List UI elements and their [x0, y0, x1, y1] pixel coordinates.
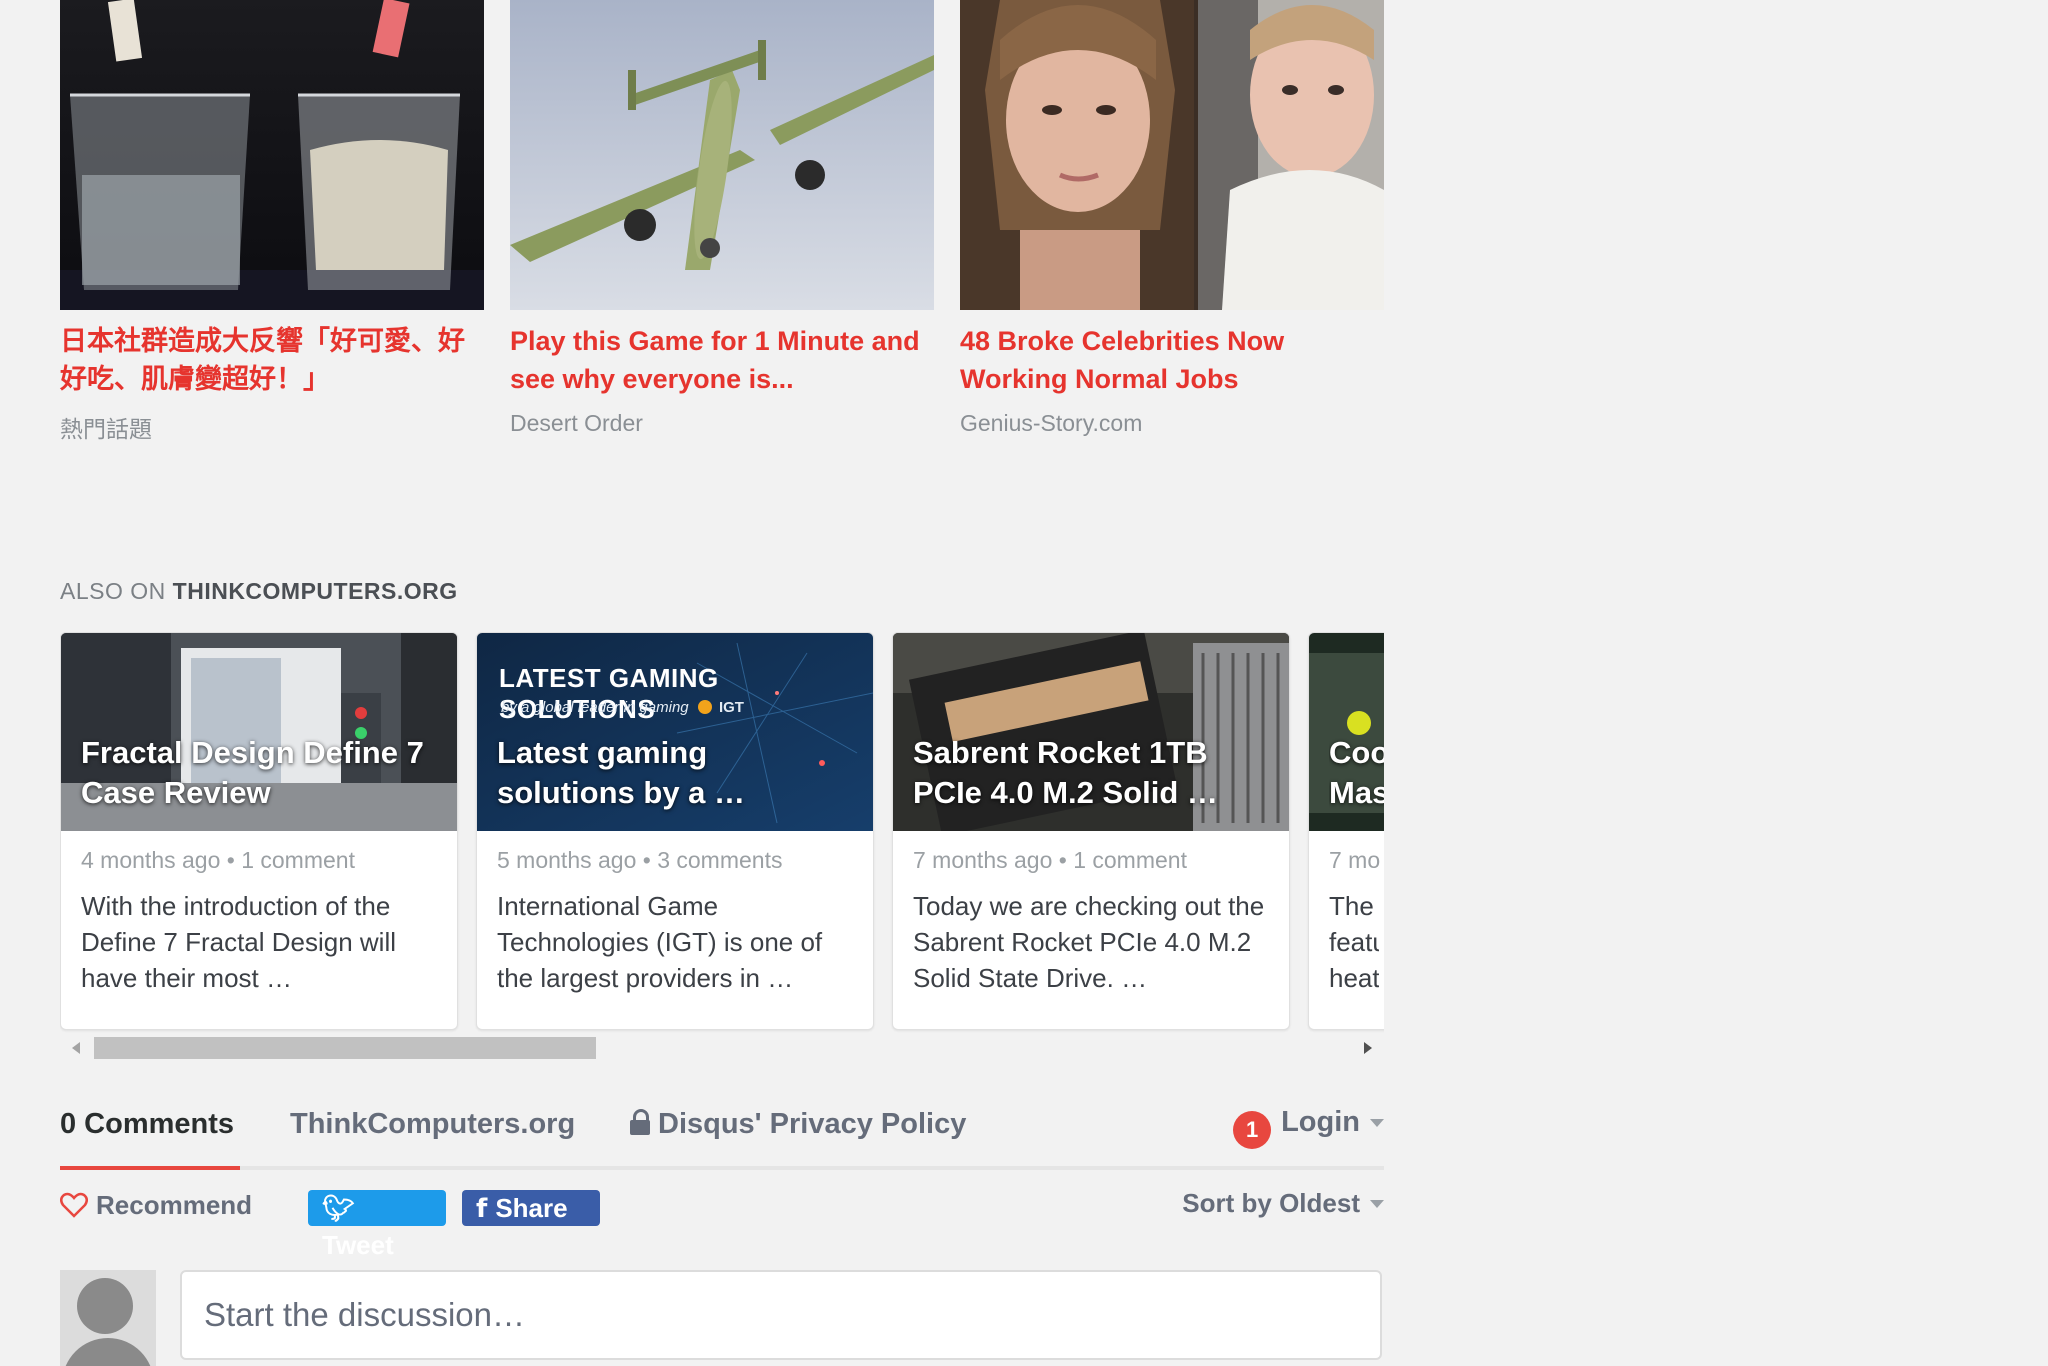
recommendation-meta: 4 months ago • 1 comment	[81, 847, 355, 873]
recommendation-title[interactable]: Coo Mas	[1329, 733, 1384, 813]
notification-badge[interactable]: 1	[1233, 1111, 1272, 1149]
sponsored-source[interactable]: 熱門話題	[60, 410, 484, 444]
sponsored-image[interactable]	[960, 0, 1384, 310]
sort-dropdown[interactable]: Sort by Oldest	[1182, 1188, 1384, 1219]
carousel-scrollbar[interactable]	[60, 1034, 1384, 1062]
sponsored-title[interactable]: Play this Game for 1 Minute and see why …	[510, 322, 940, 398]
login-label[interactable]: Login	[1281, 1106, 1360, 1138]
share-label[interactable]: Share	[495, 1193, 567, 1223]
recommendation-description[interactable]: Today we are checking out the Sabrent Ro…	[913, 888, 1269, 996]
recommendation-title[interactable]: Fractal Design Define 7 Case Review	[81, 733, 437, 813]
privacy-policy-label[interactable]: Disqus' Privacy Policy	[658, 1108, 966, 1140]
recommend-label[interactable]: Recommend	[96, 1190, 252, 1220]
sponsored-image[interactable]	[60, 0, 484, 310]
comments-nav: 0 Comments ThinkComputers.org Disqus' Pr…	[60, 1098, 1384, 1170]
avatar	[60, 1270, 156, 1366]
tweet-label[interactable]: Tweet	[322, 1230, 394, 1260]
recommendation-meta: 5 months ago • 3 comments	[497, 847, 783, 873]
chevron-down-icon[interactable]	[1370, 1119, 1384, 1127]
lock-icon	[630, 1109, 650, 1135]
tab-community[interactable]: ThinkComputers.org	[290, 1108, 575, 1141]
recommendation-card[interactable]: Fractal Design Define 7 Case Review 4 mo…	[60, 632, 458, 1030]
recommendation-thumbnail[interactable]: Sabrent Rocket 1TB PCIe 4.0 M.2 Solid …	[893, 633, 1289, 831]
chevron-down-icon[interactable]	[1370, 1200, 1384, 1208]
scroll-left-arrow-icon[interactable]	[72, 1042, 80, 1054]
recommendation-title[interactable]: Latest gaming solutions by a …	[497, 733, 853, 813]
also-on-site: THINKCOMPUTERS.ORG	[172, 578, 458, 604]
recommendation-description[interactable]: The featu heat	[1329, 888, 1379, 996]
igt-banner-tagline: by a global leader in gaming	[501, 699, 689, 716]
privacy-policy-link[interactable]: Disqus' Privacy Policy	[630, 1108, 966, 1141]
sponsored-card[interactable]: 48 Broke Celebrities Now Working Normal …	[960, 0, 1384, 437]
also-on-prefix: ALSO ON	[60, 578, 166, 604]
active-tab-underline	[60, 1166, 240, 1170]
recommendation-meta: 7 mo	[1329, 847, 1381, 873]
recommendation-thumbnail[interactable]: Fractal Design Define 7 Case Review	[61, 633, 457, 831]
login-menu[interactable]: 1 Login	[1233, 1106, 1384, 1149]
recommendation-description[interactable]: International Game Technologies (IGT) is…	[497, 888, 853, 996]
recommendation-card[interactable]: Coo Mas 7 mo The featu heat	[1308, 632, 1384, 1030]
recommendation-card[interactable]: Sabrent Rocket 1TB PCIe 4.0 M.2 Solid … …	[892, 632, 1290, 1030]
comment-placeholder[interactable]: Start the discussion…	[204, 1296, 525, 1333]
sponsored-card[interactable]: Play this Game for 1 Minute and see why …	[510, 0, 934, 437]
sponsored-source[interactable]: Desert Order	[510, 410, 934, 437]
thread-actions: Recommend 🐦︎ Tweet f Share Sort by Oldest	[60, 1186, 1384, 1260]
sponsored-source[interactable]: Genius-Story.com	[960, 410, 1384, 437]
recommendation-meta: 7 months ago • 1 comment	[913, 847, 1187, 873]
heart-icon	[60, 1192, 88, 1218]
recommendation-thumbnail[interactable]: LATEST GAMING SOLUTIONS by a global lead…	[477, 633, 873, 831]
sponsored-title[interactable]: 48 Broke Celebrities Now Working Normal …	[960, 322, 1390, 398]
recommendation-card[interactable]: LATEST GAMING SOLUTIONS by a global lead…	[476, 632, 874, 1030]
also-on-heading: ALSO ON THINKCOMPUTERS.ORG	[60, 578, 458, 605]
sponsored-card[interactable]: 日本社群造成大反響「好可愛、好好吃、肌膚變超好！」 熱門話題	[60, 0, 484, 444]
avatar-head	[77, 1278, 133, 1334]
igt-brand: IGT	[718, 699, 744, 716]
recommendation-description[interactable]: With the introduction of the Define 7 Fr…	[81, 888, 437, 996]
tab-comments[interactable]: 0 Comments	[60, 1108, 234, 1141]
sponsored-title[interactable]: 日本社群造成大反響「好可愛、好好吃、肌膚變超好！」	[60, 322, 490, 398]
recommend-button[interactable]: Recommend	[60, 1190, 252, 1221]
recommendations-carousel[interactable]: Fractal Design Define 7 Case Review 4 mo…	[60, 632, 1384, 1034]
igt-banner-subtitle: by a global leader in gaming IGT	[501, 699, 744, 716]
comment-input[interactable]: Start the discussion…	[180, 1270, 1382, 1360]
comments-count[interactable]: 0 Comments	[60, 1108, 234, 1140]
facebook-icon: f	[476, 1194, 488, 1224]
sort-label[interactable]: Sort by Oldest	[1182, 1188, 1360, 1218]
twitter-bird-icon: 🐦︎	[322, 1194, 356, 1224]
tweet-button[interactable]: 🐦︎ Tweet	[308, 1190, 446, 1260]
scrollbar-thumb[interactable]	[94, 1037, 596, 1059]
scroll-right-arrow-icon[interactable]	[1364, 1042, 1372, 1054]
facebook-share-button[interactable]: f Share	[462, 1190, 600, 1226]
sponsored-image[interactable]	[510, 0, 934, 310]
recommendation-title[interactable]: Sabrent Rocket 1TB PCIe 4.0 M.2 Solid …	[913, 733, 1269, 813]
igt-logo-icon	[697, 700, 712, 714]
recommendation-thumbnail[interactable]: Coo Mas	[1309, 633, 1384, 831]
avatar-shoulders	[62, 1338, 154, 1366]
